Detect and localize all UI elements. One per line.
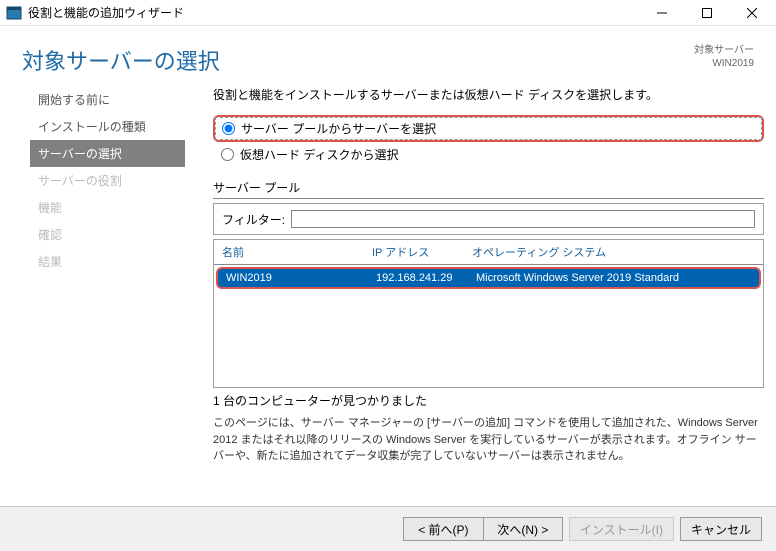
header: 対象サーバーの選択 対象サーバー WIN2019 <box>0 26 776 86</box>
window-title: 役割と機能の追加ウィザード <box>28 4 639 21</box>
install-button: インストール(I) <box>569 517 674 541</box>
close-button[interactable] <box>729 0 774 26</box>
previous-button[interactable]: < 前へ(P) <box>403 517 483 541</box>
cancel-button[interactable]: キャンセル <box>680 517 762 541</box>
target-label: 対象サーバー <box>694 44 754 57</box>
radio-server-pool-input[interactable] <box>222 122 235 135</box>
table-header: 名前 IP アドレス オペレーティング システム <box>214 240 763 265</box>
cell-ip: 192.168.241.29 <box>376 272 476 284</box>
computer-count-label: 1 台のコンピューターが見つかりました <box>213 392 764 409</box>
main-panel: 役割と機能をインストールするサーバーまたは仮想ハード ディスクを選択します。 サ… <box>185 86 776 465</box>
maximize-button[interactable] <box>684 0 729 26</box>
sidebar-item-server-selection[interactable]: サーバーの選択 <box>30 140 185 167</box>
filter-label: フィルター: <box>222 211 285 228</box>
next-button[interactable]: 次へ(N) > <box>483 517 563 541</box>
footer-buttons: < 前へ(P) 次へ(N) > インストール(I) キャンセル <box>0 506 776 551</box>
target-server-info: 対象サーバー WIN2019 <box>694 44 754 70</box>
radio-option-vhd[interactable]: 仮想ハード ディスクから選択 <box>213 144 764 171</box>
sidebar-item-confirmation: 確認 <box>30 221 185 248</box>
page-title: 対象サーバーの選択 <box>22 44 694 76</box>
sidebar-item-features: 機能 <box>30 194 185 221</box>
radio-vhd-input[interactable] <box>221 148 234 161</box>
filter-input[interactable] <box>291 210 755 228</box>
target-value: WIN2019 <box>694 57 754 70</box>
radio-option-server-pool[interactable]: サーバー プールからサーバーを選択 <box>215 117 762 140</box>
app-icon <box>6 5 22 21</box>
instruction-text: 役割と機能をインストールするサーバーまたは仮想ハード ディスクを選択します。 <box>213 86 764 103</box>
filter-row: フィルター: <box>213 203 764 235</box>
col-header-ip[interactable]: IP アドレス <box>372 244 472 260</box>
col-header-os[interactable]: オペレーティング システム <box>472 244 755 260</box>
table-row[interactable]: WIN2019 192.168.241.29 Microsoft Windows… <box>216 267 761 289</box>
col-header-name[interactable]: 名前 <box>222 244 372 260</box>
wizard-steps-sidebar: 開始する前に インストールの種類 サーバーの選択 サーバーの役割 機能 確認 結… <box>0 86 185 465</box>
radio-vhd-label: 仮想ハード ディスクから選択 <box>240 146 399 163</box>
radio-server-pool-label: サーバー プールからサーバーを選択 <box>241 120 436 137</box>
minimize-button[interactable] <box>639 0 684 26</box>
cell-name: WIN2019 <box>226 272 376 284</box>
server-pool-label: サーバー プール <box>213 179 764 199</box>
sidebar-item-results: 結果 <box>30 248 185 275</box>
sidebar-item-server-roles: サーバーの役割 <box>30 167 185 194</box>
sidebar-item-install-type[interactable]: インストールの種類 <box>30 113 185 140</box>
highlight-box-radio: サーバー プールからサーバーを選択 <box>213 115 764 142</box>
description-text: このページには、サーバー マネージャーの [サーバーの追加] コマンドを使用して… <box>213 415 764 465</box>
titlebar: 役割と機能の追加ウィザード <box>0 0 776 26</box>
cell-os: Microsoft Windows Server 2019 Standard <box>476 272 751 284</box>
server-table: 名前 IP アドレス オペレーティング システム WIN2019 192.168… <box>213 239 764 388</box>
sidebar-item-before-begin[interactable]: 開始する前に <box>30 86 185 113</box>
